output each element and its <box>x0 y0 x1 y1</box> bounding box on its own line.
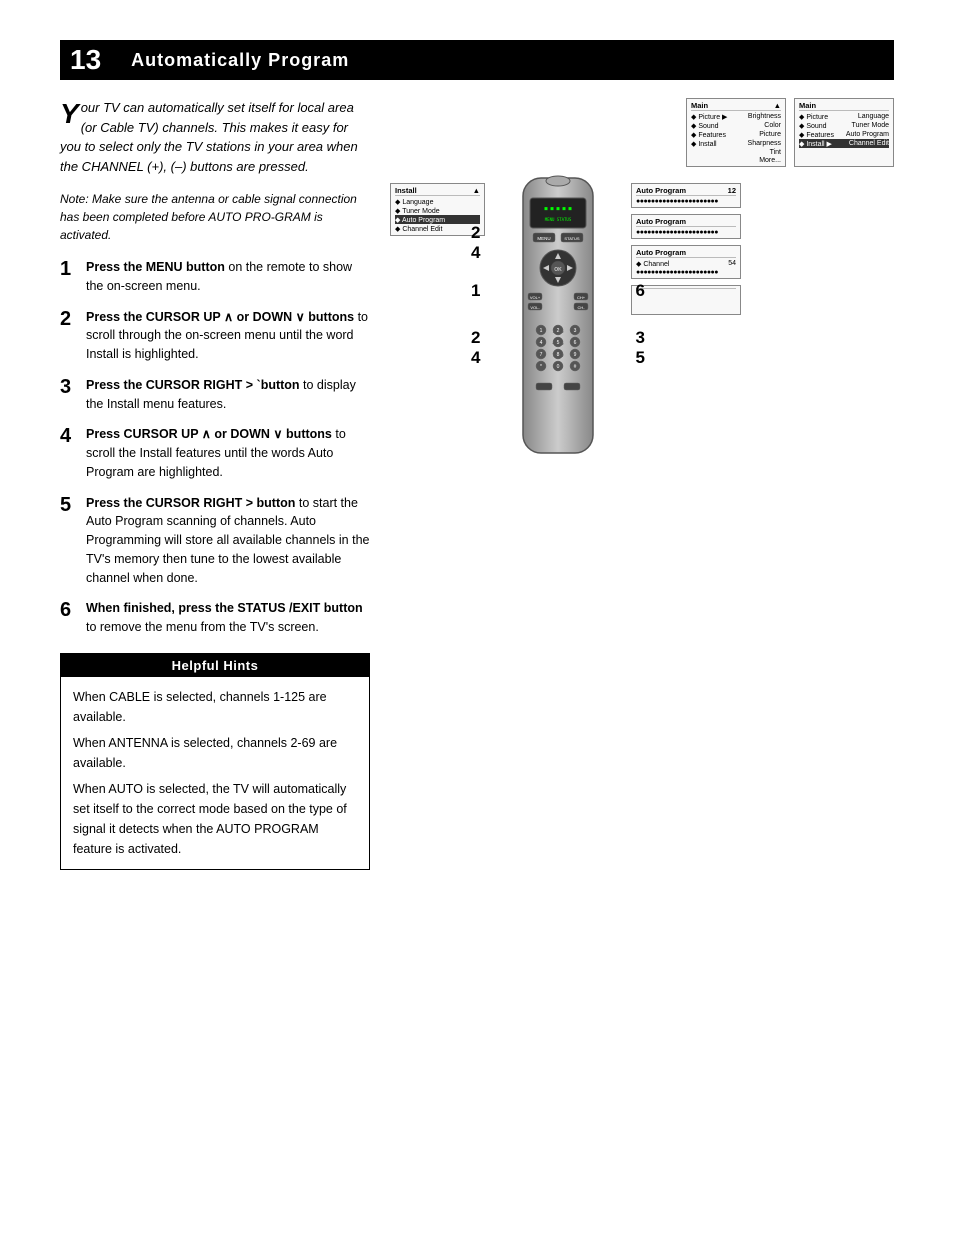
svg-text:VOL+: VOL+ <box>530 295 541 300</box>
intro-paragraph: Your TV can automatically set itself for… <box>60 98 370 176</box>
step-3-number: 3 <box>60 376 78 398</box>
label-2: 2 <box>471 223 480 243</box>
step-6-number: 6 <box>60 599 78 621</box>
left-column: Your TV can automatically set itself for… <box>60 98 370 870</box>
remote-area: Install ▲ ◆ Language ◆ Tuner Mode ◆ Auto… <box>390 173 894 466</box>
svg-text:VOL-: VOL- <box>530 305 540 310</box>
svg-text:5: 5 <box>557 340 560 346</box>
auto-program-screens: Auto Program 12 ●●●●●●●●●●●●●●●●●●●●●● A… <box>631 183 894 466</box>
auto-program-screen-done <box>631 285 741 315</box>
step-6: 6 When finished, press the STATUS /EXIT … <box>60 599 370 637</box>
label-6: 6 <box>636 281 645 301</box>
step-2-number: 2 <box>60 308 78 330</box>
label-5: 5 <box>636 348 645 368</box>
helpful-hints-body: When CABLE is selected, channels 1-125 a… <box>61 677 369 869</box>
step-4-number: 4 <box>60 425 78 447</box>
svg-text:1: 1 <box>540 328 543 334</box>
svg-text:6: 6 <box>574 340 577 346</box>
label-3: 3 <box>636 328 645 348</box>
auto-program-screen-1: Auto Program 12 ●●●●●●●●●●●●●●●●●●●●●● <box>631 183 741 208</box>
svg-text:STATUS: STATUS <box>564 236 580 241</box>
top-menu-screens: Main ▲ ◆ Picture ▶Brightness ◆ SoundColo… <box>390 98 894 167</box>
svg-text:7: 7 <box>540 352 543 358</box>
svg-text:8: 8 <box>557 352 560 358</box>
svg-text:2: 2 <box>557 328 560 334</box>
svg-text:OK: OK <box>554 267 562 273</box>
label-4-top: 4 <box>471 243 480 263</box>
steps-list: 1 Press the MENU button on the remote to… <box>60 258 370 637</box>
step-2-text: Press the CURSOR UP ∧ or DOWN ∨ buttons … <box>86 308 370 364</box>
auto-program-screen-2: Auto Program ●●●●●●●●●●●●●●●●●●●●●● <box>631 214 741 239</box>
label-2b: 2 <box>471 328 480 348</box>
step-4: 4 Press CURSOR UP ∧ or DOWN ∨ buttons to… <box>60 425 370 481</box>
menu-screen-main-picture: Main ▲ ◆ Picture ▶Brightness ◆ SoundColo… <box>686 98 786 167</box>
step-3-text: Press the CURSOR RIGHT > `button to disp… <box>86 376 370 414</box>
step-2: 2 Press the CURSOR UP ∧ or DOWN ∨ button… <box>60 308 370 364</box>
helpful-hints-title: Helpful Hints <box>61 654 369 677</box>
note-paragraph: Note: Make sure the antenna or cable sig… <box>60 190 370 244</box>
step-5: 5 Press the CURSOR RIGHT > button to sta… <box>60 494 370 588</box>
right-column: Main ▲ ◆ Picture ▶Brightness ◆ SoundColo… <box>390 98 894 870</box>
svg-text:3: 3 <box>574 328 577 334</box>
step-5-text: Press the CURSOR RIGHT > button to start… <box>86 494 370 588</box>
step-3: 3 Press the CURSOR RIGHT > `button to di… <box>60 376 370 414</box>
svg-text:*: * <box>540 364 542 370</box>
svg-text:CH+: CH+ <box>577 295 586 300</box>
remote-svg: ■ ■ ■ ■ ■ MENU STATUS MENU STATUS <box>493 173 623 463</box>
label-1: 1 <box>471 281 480 301</box>
step-4-text: Press CURSOR UP ∧ or DOWN ∨ buttons to s… <box>86 425 370 481</box>
page-number: 13 <box>60 40 111 80</box>
step-1-number: 1 <box>60 258 78 280</box>
hint-2: When ANTENNA is selected, channels 2-69 … <box>73 733 357 773</box>
main-content: Your TV can automatically set itself for… <box>60 98 894 870</box>
step-1-text: Press the MENU button on the remote to s… <box>86 258 370 296</box>
auto-program-screen-3: Auto Program ◆ Channel 54 ●●●●●●●●●●●●●●… <box>631 245 741 279</box>
hint-3: When AUTO is selected, the TV will autom… <box>73 779 357 859</box>
hint-1: When CABLE is selected, channels 1-125 a… <box>73 687 357 727</box>
svg-text:4: 4 <box>540 340 543 346</box>
menu-screen-main-install: Main ◆ PictureLanguage ◆ SoundTuner Mode… <box>794 98 894 167</box>
drop-cap: Y <box>60 100 79 128</box>
svg-text:9: 9 <box>574 352 577 358</box>
remote-illustration: 2 4 1 6 2 4 3 5 <box>493 173 623 466</box>
step-1: 1 Press the MENU button on the remote to… <box>60 258 370 296</box>
svg-text:0: 0 <box>557 364 560 370</box>
page-header: 13 Automatically Program <box>60 40 894 80</box>
helpful-hints-box: Helpful Hints When CABLE is selected, ch… <box>60 653 370 870</box>
step-5-number: 5 <box>60 494 78 516</box>
page: 13 Automatically Program Your TV can aut… <box>0 0 954 1235</box>
label-4b: 4 <box>471 348 480 368</box>
svg-text:CH-: CH- <box>577 305 585 310</box>
svg-text:MENU STATUS: MENU STATUS <box>545 217 572 222</box>
svg-text:#: # <box>574 364 577 370</box>
svg-text:■ ■ ■ ■ ■: ■ ■ ■ ■ ■ <box>544 206 571 212</box>
page-title: Automatically Program <box>111 40 894 80</box>
svg-text:MENU: MENU <box>537 236 550 241</box>
step-6-text: When finished, press the STATUS /EXIT bu… <box>86 599 370 637</box>
